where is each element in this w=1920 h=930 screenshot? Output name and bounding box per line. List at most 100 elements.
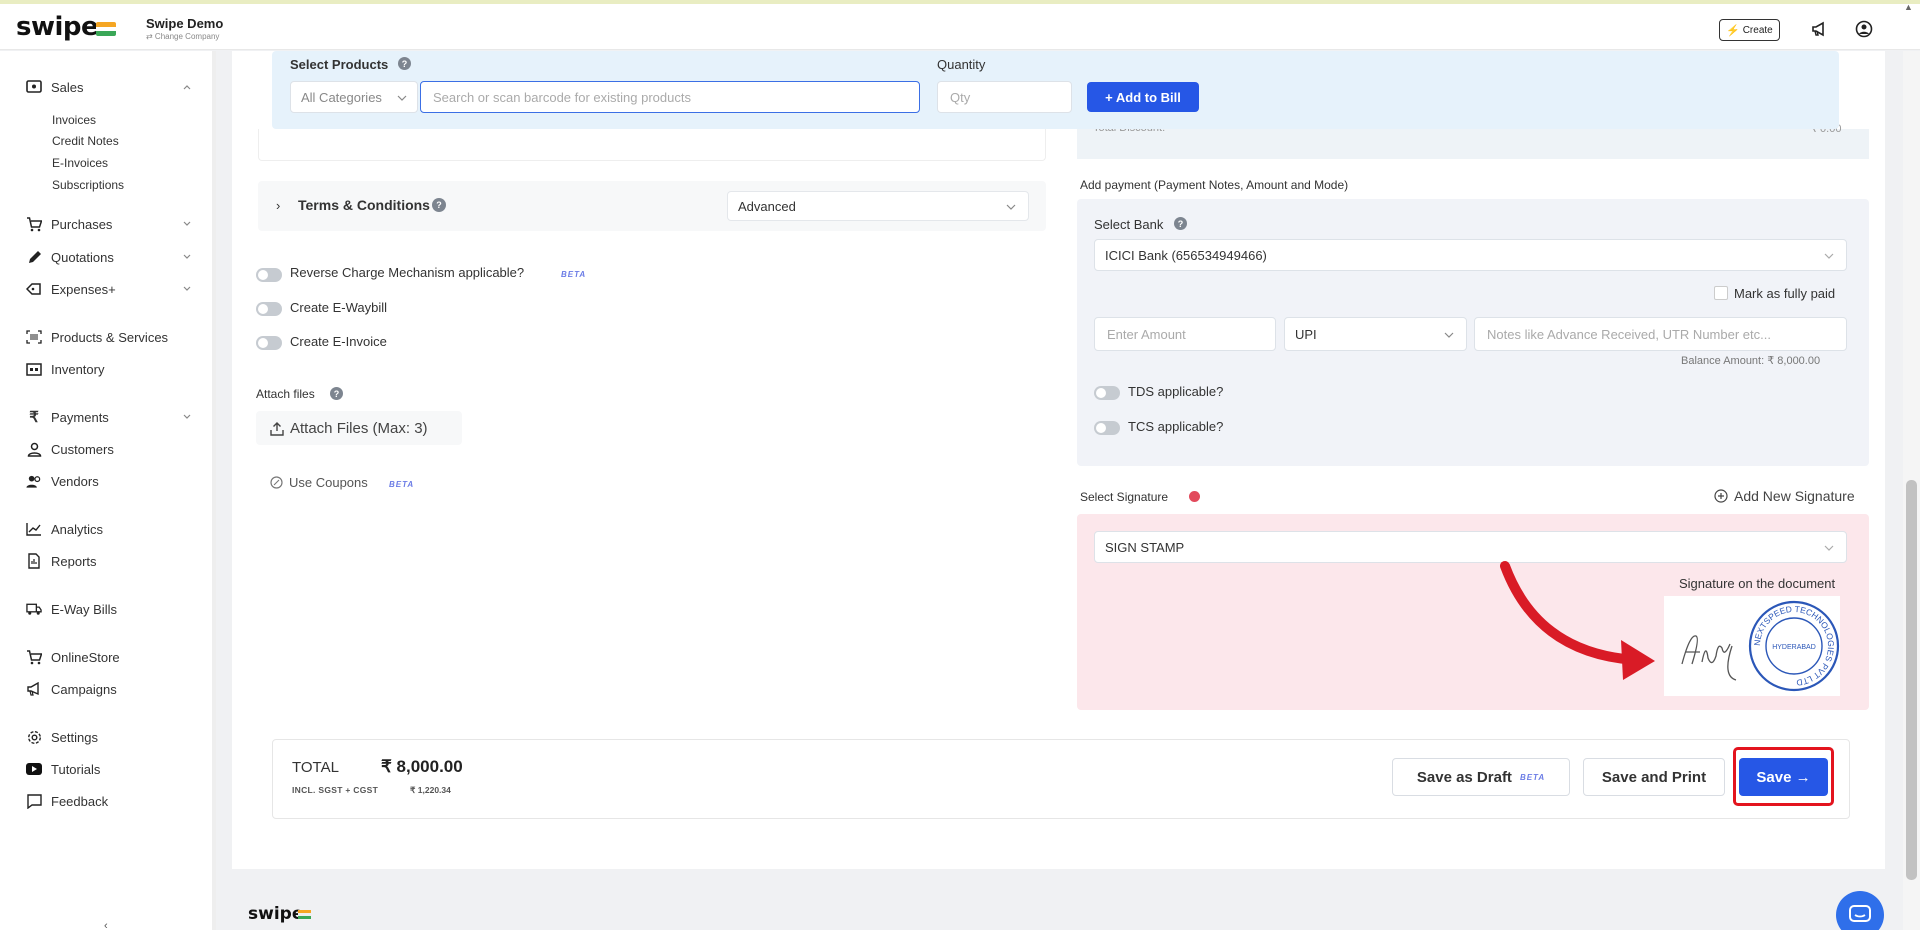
use-coupons-label: Use Coupons (289, 475, 368, 490)
chevron-down-icon[interactable] (182, 412, 192, 422)
sidebar-subitem-credit-notes[interactable]: Credit Notes (52, 134, 119, 148)
use-coupons-link[interactable]: Use Coupons (270, 475, 368, 490)
sidebar-item-onlinestore[interactable]: OnlineStore (26, 649, 120, 665)
create-button[interactable]: ⚡ Create (1719, 19, 1780, 41)
scroll-up-icon[interactable]: ▲ (1904, 2, 1913, 12)
tds-toggle[interactable] (1094, 386, 1120, 400)
sidebar-item-payments[interactable]: ₹ Payments (26, 409, 109, 426)
select-products-label: Select Products (290, 57, 389, 72)
sidebar-item-feedback[interactable]: Feedback (26, 793, 108, 809)
select-signature-label: Select Signature (1080, 490, 1169, 504)
signature-value: SIGN STAMP (1105, 539, 1185, 555)
mark-fully-paid-checkbox[interactable] (1714, 286, 1728, 300)
balance-amount: Balance Amount: ₹ 8,000.00 (1681, 355, 1821, 367)
create-einvoice-toggle[interactable] (256, 336, 282, 350)
product-search-placeholder: Search or scan barcode for existing prod… (433, 89, 691, 105)
help-icon[interactable]: ? (432, 198, 446, 212)
beta-badge: BETA (561, 270, 587, 279)
sidebar-item-label: Feedback (51, 793, 109, 809)
chat-support-button[interactable] (1836, 891, 1884, 930)
product-search-input[interactable]: Search or scan barcode for existing prod… (420, 81, 920, 113)
swipe-logo[interactable]: swipe (16, 12, 99, 42)
attach-files-button[interactable]: Attach Files (Max: 3) (256, 411, 462, 445)
megaphone-icon[interactable] (1808, 18, 1830, 40)
coupon-icon (270, 476, 283, 489)
change-company-link[interactable]: ⇄ Change Company (146, 32, 223, 41)
chevron-down-icon[interactable] (182, 252, 192, 262)
sidebar-item-sales[interactable]: Sales (26, 79, 84, 95)
beta-badge: BETA (389, 480, 415, 489)
youtube-icon (26, 761, 42, 777)
items-card (258, 129, 1046, 161)
quantity-label: Quantity (937, 57, 986, 72)
amount-input[interactable]: Enter Amount (1094, 317, 1276, 351)
pen-icon (26, 249, 42, 265)
help-icon[interactable]: ? (1174, 217, 1187, 230)
sidebar-item-settings[interactable]: Settings (26, 729, 98, 745)
save-and-print-button[interactable]: Save and Print (1583, 758, 1725, 796)
sidebar-item-label: Campaigns (51, 681, 117, 697)
footer-swipe-logo: swipe (248, 904, 304, 924)
select-bank-label: Select Bank (1094, 217, 1164, 232)
sidebar-item-customers[interactable]: Customers (26, 441, 114, 457)
collapse-sidebar-icon[interactable]: ‹ (104, 920, 108, 930)
rupee-icon: ₹ (29, 409, 39, 426)
sidebar-item-label: OnlineStore (51, 649, 120, 665)
sidebar-item-products-services[interactable]: Products & Services (26, 329, 168, 345)
signature-select[interactable]: SIGN STAMP (1094, 531, 1847, 563)
help-icon[interactable]: ? (398, 57, 411, 70)
chart-icon (26, 521, 42, 537)
sidebar-item-campaigns[interactable]: Campaigns (26, 681, 117, 697)
total-value: ₹ 8,000.00 (381, 757, 463, 776)
chevron-right-icon[interactable]: › (276, 198, 280, 213)
bank-select[interactable]: ICICI Bank (656534949466) (1094, 239, 1847, 271)
sidebar-item-analytics[interactable]: Analytics (26, 521, 103, 537)
save-as-draft-button[interactable]: Save as Draft BETA (1392, 758, 1570, 796)
sidebar-item-eway-bills[interactable]: E-Way Bills (26, 601, 117, 617)
sidebar-item-tutorials[interactable]: Tutorials (26, 761, 100, 777)
company-name: Swipe Demo (146, 16, 224, 31)
sidebar-subitem-subscriptions[interactable]: Subscriptions (52, 178, 124, 192)
red-arrow-annotation-icon (1500, 561, 1655, 680)
sidebar-item-expenses[interactable]: Expenses+ (26, 281, 116, 297)
add-to-bill-button[interactable]: + Add to Bill (1087, 82, 1199, 112)
terms-label[interactable]: Terms & Conditions (298, 197, 430, 213)
sidebar-item-vendors[interactable]: Vendors (26, 473, 99, 489)
user-account-icon[interactable] (1853, 18, 1875, 40)
sidebar-item-quotations[interactable]: Quotations (26, 249, 114, 265)
sidebar-item-label: Vendors (51, 473, 99, 489)
reverse-charge-toggle[interactable] (256, 268, 282, 282)
chevron-down-icon (1006, 204, 1016, 210)
sidebar-item-label: Quotations (51, 249, 114, 265)
tcs-toggle[interactable] (1094, 421, 1120, 435)
chevron-down-icon[interactable] (182, 284, 192, 294)
add-new-signature-button[interactable]: Add New Signature (1714, 488, 1855, 504)
sidebar-item-label: Products & Services (51, 329, 169, 345)
sidebar-item-purchases[interactable]: Purchases (26, 216, 112, 232)
sidebar-subitem-e-invoices[interactable]: E-Invoices (52, 156, 108, 170)
payment-mode-select[interactable]: UPI (1284, 317, 1467, 351)
category-select[interactable]: All Categories (290, 81, 418, 113)
sidebar-item-label: Customers (51, 441, 114, 457)
chevron-down-icon[interactable] (182, 219, 192, 229)
scrollbar-thumb[interactable] (1906, 480, 1917, 880)
sidebar-item-label: Analytics (51, 521, 104, 537)
company-switcher[interactable]: Swipe Demo ⇄ Change Company (146, 16, 223, 41)
sidebar-item-label: Expenses+ (51, 281, 116, 297)
chevron-up-icon[interactable] (182, 82, 192, 92)
save-button[interactable]: Save → (1739, 758, 1828, 796)
beta-badge: BETA (1519, 772, 1546, 782)
sidebar-item-label: Reports (51, 553, 97, 569)
category-value: All Categories (301, 89, 382, 105)
sidebar-item-inventory[interactable]: Inventory (26, 361, 104, 377)
sidebar-subitem-invoices[interactable]: Invoices (52, 113, 96, 127)
tds-label: TDS applicable? (1128, 384, 1224, 399)
chevron-down-icon (397, 95, 407, 101)
help-icon[interactable]: ? (330, 387, 343, 400)
create-ewaybill-toggle[interactable] (256, 302, 282, 316)
create-einvoice-label: Create E-Invoice (290, 334, 387, 349)
terms-mode-select[interactable]: Advanced (727, 191, 1029, 221)
sidebar-item-reports[interactable]: Reports (26, 553, 97, 569)
quantity-input[interactable]: Qty (937, 81, 1072, 113)
payment-notes-input[interactable]: Notes like Advance Received, UTR Number … (1474, 317, 1847, 351)
